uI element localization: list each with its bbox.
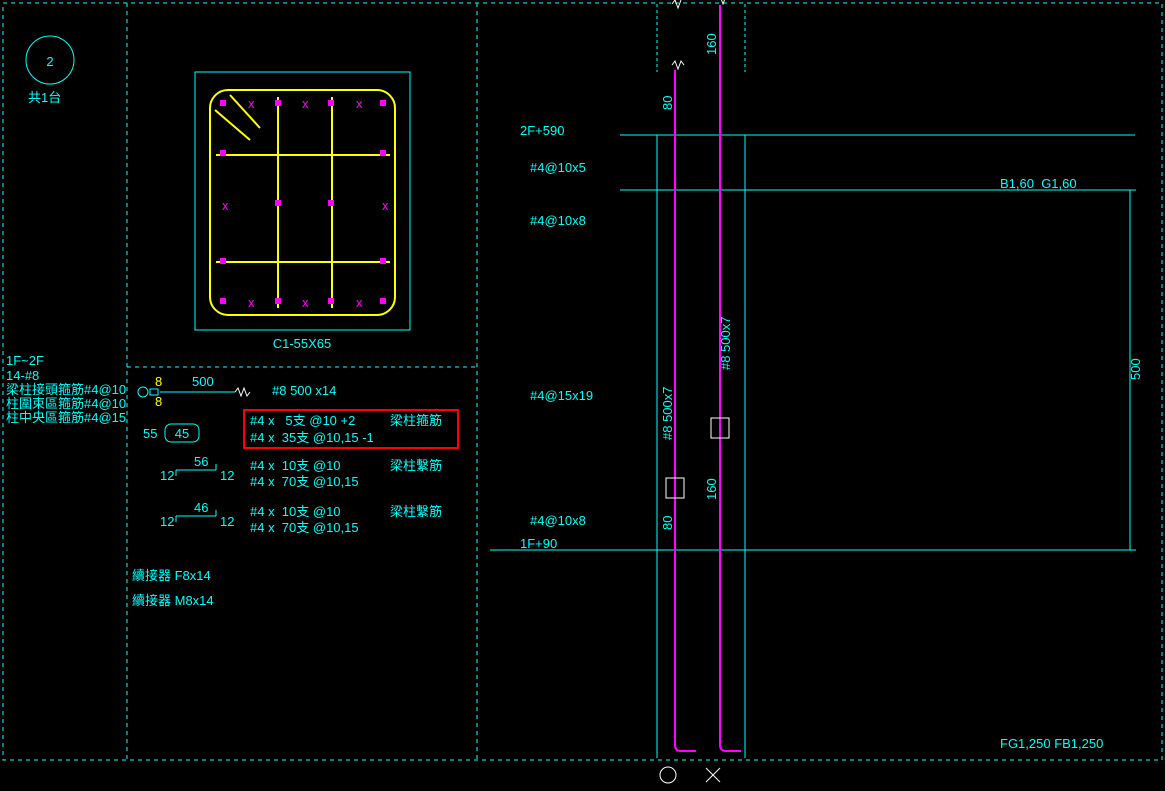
svg-text:x: x	[356, 295, 363, 310]
svg-text:80: 80	[660, 516, 675, 530]
cad-canvas[interactable]: 2 共1台 1F~2F 14-#8 梁柱接頭箍筋#4@10 柱圍束區箍筋#4@1…	[0, 0, 1165, 791]
spec-block: 500 8 8 #8 500 x14 55 45 #4 x 5支 @10 +2 …	[132, 374, 458, 608]
note-2: 柱圍束區箍筋#4@10	[6, 396, 126, 411]
detail-sub: 共1台	[28, 90, 61, 105]
outer-frame	[3, 3, 1162, 760]
svg-text:#4 x 35支 @10,15 -1: #4 x 35支 @10,15 -1	[250, 430, 374, 445]
svg-text:12: 12	[220, 468, 234, 483]
svg-text:500: 500	[1128, 358, 1143, 380]
elevation: 160 80 160 80 #8 500x7 #8 500x7 500 2F+5…	[490, 0, 1143, 758]
svg-text:160: 160	[704, 33, 719, 55]
svg-text:56: 56	[194, 454, 208, 469]
svg-text:梁柱繫筋: 梁柱繫筋	[390, 504, 442, 519]
svg-text:#4@10x8: #4@10x8	[530, 213, 586, 228]
svg-text:12: 12	[220, 514, 234, 529]
svg-text:x: x	[248, 295, 255, 310]
svg-text:8: 8	[155, 394, 162, 409]
svg-text:#4 x 70支 @10,15: #4 x 70支 @10,15	[250, 474, 359, 489]
coupler-1: 續接器 F8x14	[132, 568, 211, 583]
svg-text:梁柱繫筋: 梁柱繫筋	[390, 458, 442, 473]
detail-number: 2	[46, 54, 53, 69]
svg-text:x: x	[356, 96, 363, 111]
svg-text:12: 12	[160, 468, 174, 483]
svg-text:#4@15x19: #4@15x19	[530, 388, 593, 403]
level-1f: 1F+90	[520, 536, 557, 551]
spec-main: #8 500 x14	[272, 383, 336, 398]
svg-text:x: x	[302, 96, 309, 111]
svg-text:x: x	[302, 295, 309, 310]
svg-text:#4 x 10支 @10: #4 x 10支 @10	[250, 458, 341, 473]
close-icon	[706, 768, 720, 782]
svg-text:#4@10x8: #4@10x8	[530, 513, 586, 528]
svg-text:80: 80	[660, 96, 675, 110]
note-1: 梁柱接頭箍筋#4@10	[6, 382, 126, 397]
svg-text:#4 x 5支 @10 +2: #4 x 5支 @10 +2	[250, 413, 355, 428]
origin-marker-icon	[660, 767, 676, 783]
beam-right: B1,60 G1,60	[1000, 176, 1077, 191]
svg-text:#4@10x5: #4@10x5	[530, 160, 586, 175]
svg-text:#8 500x7: #8 500x7	[660, 387, 675, 441]
svg-text:#8 500x7: #8 500x7	[718, 317, 733, 371]
level-2f: 2F+590	[520, 123, 564, 138]
note-3: 柱中央區箍筋#4@15	[6, 410, 126, 425]
coupler-2: 續接器 M8x14	[132, 593, 214, 608]
range-label: 1F~2F	[6, 353, 44, 368]
svg-text:x: x	[382, 198, 389, 213]
svg-text:55: 55	[143, 426, 157, 441]
svg-text:160: 160	[704, 478, 719, 500]
svg-text:500: 500	[192, 374, 214, 389]
svg-text:12: 12	[160, 514, 174, 529]
svg-text:#4 x 70支 @10,15: #4 x 70支 @10,15	[250, 520, 359, 535]
svg-text:#4 x 10支 @10: #4 x 10支 @10	[250, 504, 341, 519]
section-label: C1-55X65	[273, 336, 332, 351]
section-detail: x x x x x x x x C1-55X65	[195, 72, 410, 351]
svg-text:x: x	[222, 198, 229, 213]
svg-text:46: 46	[194, 500, 208, 515]
svg-text:45: 45	[175, 426, 189, 441]
svg-text:8: 8	[155, 374, 162, 389]
bars-label: 14-#8	[6, 368, 39, 383]
svg-text:梁柱箍筋: 梁柱箍筋	[390, 413, 442, 428]
svg-text:x: x	[248, 96, 255, 111]
beam-bottom: FG1,250 FB1,250	[1000, 736, 1103, 751]
